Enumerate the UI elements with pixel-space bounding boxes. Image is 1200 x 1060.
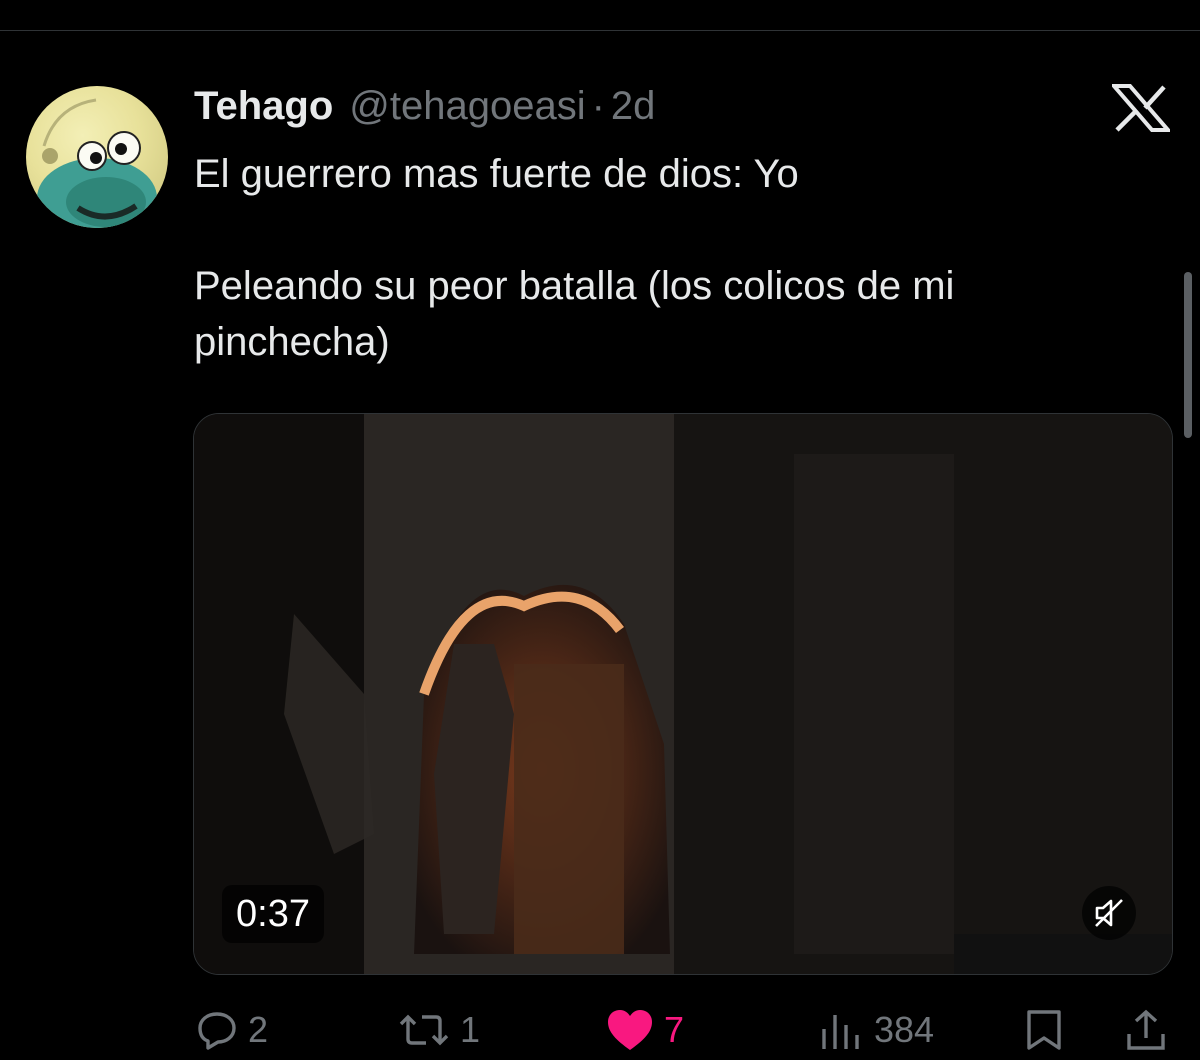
tweet-screenshot: Tehago @tehagoeasi · 2d El guerrero mas … xyxy=(0,0,1200,1060)
avatar[interactable] xyxy=(26,86,168,228)
share-icon xyxy=(1127,1009,1165,1050)
user-handle[interactable]: @tehagoeasi xyxy=(349,84,585,129)
views-button[interactable]: 384 xyxy=(818,1000,934,1060)
video-duration: 0:37 xyxy=(222,885,324,943)
display-name[interactable]: Tehago xyxy=(194,84,333,129)
share-button[interactable] xyxy=(1124,1000,1168,1060)
like-button[interactable]: 7 xyxy=(606,1000,684,1060)
separator-dot: · xyxy=(591,84,605,128)
repost-icon xyxy=(399,1014,449,1046)
video-frame-image xyxy=(194,414,1172,974)
reply-icon xyxy=(198,1012,236,1050)
reply-count: 2 xyxy=(248,1009,269,1050)
views-icon xyxy=(822,1015,859,1049)
tweet-text-line-1: El guerrero mas fuerte de dios: Yo xyxy=(194,152,799,196)
tweet-text: El guerrero mas fuerte de dios: Yo Pelea… xyxy=(194,146,1154,370)
view-count: 384 xyxy=(874,1009,935,1050)
scrollbar[interactable] xyxy=(1184,272,1192,438)
x-logo-icon xyxy=(1109,84,1173,132)
action-bar: 2 1 7 384 xyxy=(0,1000,1200,1060)
reply-button[interactable]: 2 xyxy=(196,1000,268,1060)
repost-button[interactable]: 1 xyxy=(398,1000,480,1060)
top-divider xyxy=(0,30,1200,31)
bookmark-icon xyxy=(1027,1010,1061,1050)
bookmark-button[interactable] xyxy=(1024,1000,1064,1060)
video-player[interactable] xyxy=(193,413,1173,975)
tweet-text-line-2: Peleando su peor batalla (los colicos de… xyxy=(194,264,955,364)
like-count: 7 xyxy=(664,1009,685,1050)
cookie-monster-avatar-image xyxy=(37,98,157,228)
tweet-header: Tehago @tehagoeasi · 2d xyxy=(194,84,655,134)
speaker-muted-icon[interactable] xyxy=(1082,886,1136,940)
heart-icon xyxy=(608,1010,652,1050)
timestamp[interactable]: 2d xyxy=(611,84,656,129)
repost-count: 1 xyxy=(460,1009,481,1050)
